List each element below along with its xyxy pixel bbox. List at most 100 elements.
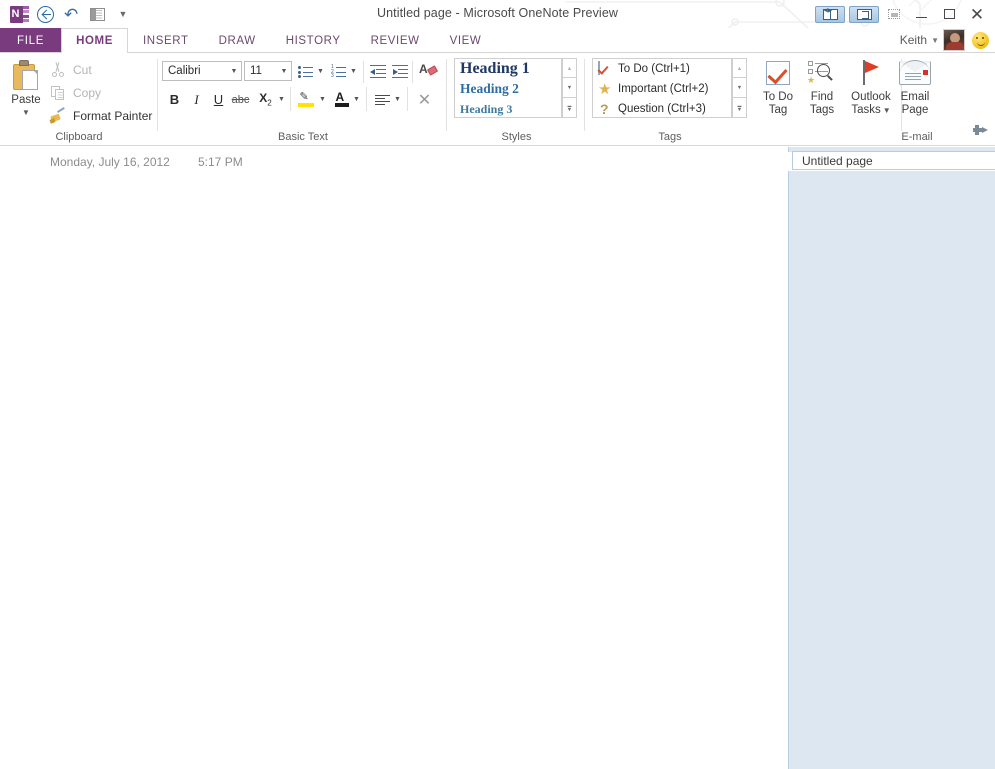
group-label-basic-text: Basic Text [278, 131, 328, 143]
email-page-button[interactable]: Email Page [893, 57, 937, 127]
onenote-window: ↷ ▼ Untitled page - Microsoft OneNote Pr… [0, 0, 995, 769]
align-button[interactable] [372, 90, 393, 111]
style-heading-2[interactable]: Heading 2 [455, 79, 561, 99]
ribbon-group-tags: To Do (Ctrl+1) Important (Ctrl+2) ? Ques… [586, 53, 754, 146]
font-color-button[interactable]: A [331, 89, 352, 110]
tab-file[interactable]: FILE [0, 28, 62, 52]
pin-ribbon-icon[interactable] [973, 123, 989, 137]
page-time[interactable]: 5:17 PM [198, 155, 243, 169]
tag-to-do[interactable]: To Do (Ctrl+1) [593, 59, 731, 79]
highlight-button[interactable]: ✎ [295, 89, 316, 110]
tags-more-button[interactable] [732, 97, 747, 118]
styles-scroll-up-button[interactable] [562, 58, 577, 78]
styles-gallery[interactable]: Heading 1 Heading 2 Heading 3 [454, 58, 562, 118]
increase-indent-icon [391, 65, 408, 79]
decrease-indent-button[interactable] [367, 61, 388, 82]
page-tab-untitled[interactable]: Untitled page [792, 151, 995, 170]
style-heading-1-label: Heading 1 [460, 60, 530, 77]
user-name[interactable]: Keith [900, 33, 927, 47]
tab-review[interactable]: REVIEW [356, 28, 435, 52]
strikethrough-label: abc [231, 93, 250, 106]
font-size-value: 11 [250, 65, 262, 77]
bullets-icon [298, 65, 313, 78]
group-separator [584, 59, 585, 131]
cut-button[interactable]: Cut [48, 59, 92, 81]
copy-button[interactable]: Copy [48, 82, 101, 104]
clear-formatting-icon: A [419, 63, 439, 78]
find-tags-line1: Find [810, 91, 834, 103]
close-button[interactable]: ✕ [963, 3, 991, 25]
tag-important[interactable]: Important (Ctrl+2) [593, 79, 731, 99]
increase-indent-button[interactable] [389, 61, 410, 82]
styles-more-button[interactable] [562, 97, 577, 118]
bullets-button[interactable] [295, 61, 316, 82]
style-heading-2-label: Heading 2 [460, 81, 519, 96]
minimize-button[interactable] [907, 3, 935, 25]
send-a-smile-icon[interactable] [972, 31, 989, 49]
chevron-down-icon[interactable]: ▼ [22, 108, 30, 117]
align-dropdown-icon[interactable]: ▼ [392, 89, 403, 110]
paste-label: Paste [11, 94, 41, 106]
page-canvas[interactable]: Monday, July 16, 2012 5:17 PM [0, 147, 788, 769]
find-tags-label: Find Tags [810, 91, 834, 117]
tag-question[interactable]: ? Question (Ctrl+3) [593, 99, 731, 117]
find-tags-button[interactable]: ★ Find Tags [800, 57, 844, 127]
tab-history[interactable]: HISTORY [271, 28, 356, 52]
style-heading-1[interactable]: Heading 1 [455, 59, 561, 79]
highlight-dropdown-icon[interactable]: ▼ [317, 89, 328, 110]
page-date[interactable]: Monday, July 16, 2012 [50, 155, 180, 169]
remove-style-button[interactable]: ✕ [414, 89, 435, 110]
tags-gallery[interactable]: To Do (Ctrl+1) Important (Ctrl+2) ? Ques… [592, 58, 732, 118]
tags-scroll-controls [732, 58, 747, 118]
format-painter-button[interactable]: Format Painter [48, 105, 152, 127]
subscript-dropdown-icon[interactable]: ▼ [276, 89, 287, 110]
subscript-button[interactable]: X2 [255, 89, 276, 110]
font-name-combobox[interactable]: Calibri ▼ [162, 61, 242, 81]
tags-scroll-down-button[interactable] [732, 77, 747, 98]
format-painter-icon [49, 107, 66, 124]
font-size-combobox[interactable]: 11 ▼ [244, 61, 292, 81]
clear-formatting-button[interactable]: A [417, 60, 439, 81]
copy-label: Copy [73, 86, 102, 100]
ribbon-tab-strip: FILE HOME INSERT DRAW HISTORY REVIEW VIE… [0, 28, 995, 53]
outlook-tasks-line2: Tasks [851, 104, 881, 116]
ribbon-display-options-icon[interactable] [883, 4, 905, 24]
format-painter-label: Format Painter [73, 109, 153, 123]
bullets-dropdown-icon[interactable]: ▼ [315, 61, 326, 82]
avatar[interactable] [943, 29, 965, 51]
dock-to-desktop-toggle[interactable] [849, 5, 879, 23]
tab-view[interactable]: VIEW [435, 28, 497, 52]
highlight-icon: ✎ [297, 92, 314, 107]
style-heading-3-label: Heading 3 [460, 101, 513, 116]
bold-label: B [169, 92, 180, 107]
to-do-tag-label: To Do Tag [763, 91, 793, 117]
chevron-down-icon[interactable]: ▼ [931, 36, 939, 45]
chevron-down-icon[interactable]: ▼ [227, 62, 241, 80]
ribbon-group-styles: Heading 1 Heading 2 Heading 3 Styles [448, 53, 585, 146]
bold-button[interactable]: B [164, 89, 185, 110]
numbering-dropdown-icon[interactable]: ▼ [348, 61, 359, 82]
cut-label: Cut [73, 63, 92, 77]
to-do-tag-button[interactable]: To Do Tag [756, 57, 800, 127]
tab-insert[interactable]: INSERT [128, 28, 204, 52]
full-page-view-toggle[interactable] [815, 5, 845, 23]
maximize-button[interactable] [935, 3, 963, 25]
numbering-button[interactable]: 1 2 3 [328, 61, 349, 82]
find-tags-icon: ★ [807, 57, 836, 89]
italic-button[interactable]: I [186, 89, 207, 110]
tab-home[interactable]: HOME [61, 28, 128, 53]
strikethrough-button[interactable]: abc [230, 89, 251, 110]
styles-scroll-down-button[interactable] [562, 77, 577, 98]
chevron-down-icon[interactable]: ▼ [277, 62, 291, 80]
question-mark-icon: ? [600, 100, 609, 117]
tags-scroll-up-button[interactable] [732, 58, 747, 78]
tab-draw[interactable]: DRAW [204, 28, 271, 52]
group-separator [290, 87, 291, 111]
underline-button[interactable]: U [208, 89, 229, 110]
sidebar-body[interactable] [788, 171, 995, 769]
style-heading-3[interactable]: Heading 3 [455, 99, 561, 117]
subscript-icon: X2 [259, 91, 272, 108]
font-color-dropdown-icon[interactable]: ▼ [351, 89, 362, 110]
tag-question-label: Question (Ctrl+3) [618, 103, 706, 115]
window-controls: ✕ [815, 2, 991, 26]
